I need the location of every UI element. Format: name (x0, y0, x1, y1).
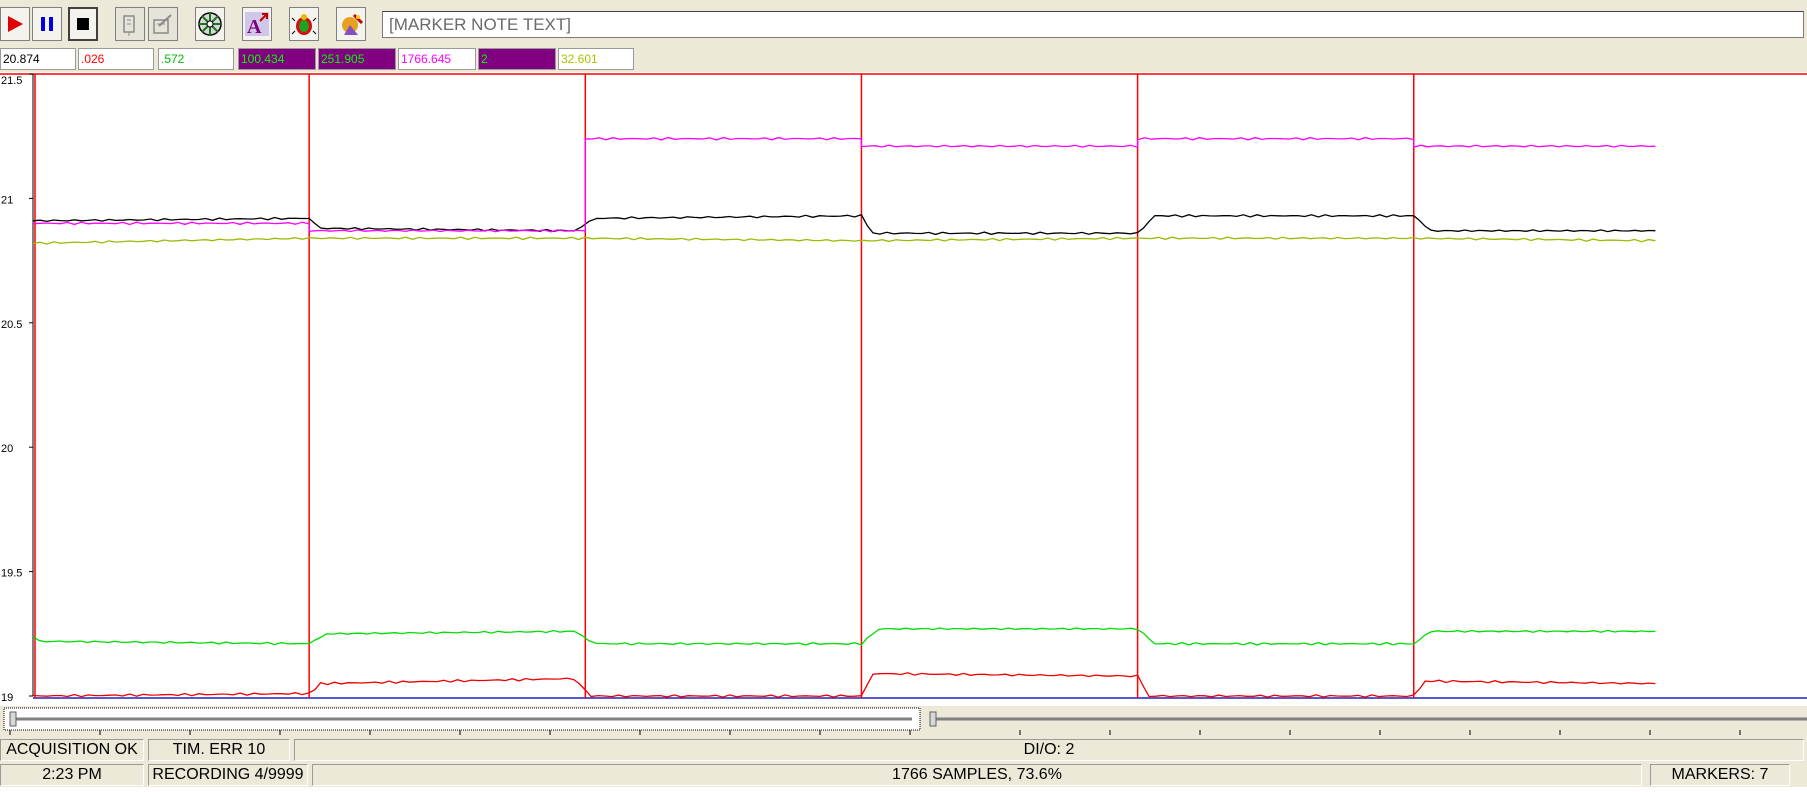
series-line (32, 236, 1656, 245)
markers-status: MARKERS: 7 (1650, 764, 1790, 786)
status-row-2: 2:23 PM RECORDING 4/9999 1766 SAMPLES, 7… (0, 762, 1807, 787)
marker-list-icon (153, 14, 172, 34)
y-tick-label: 19.5 (1, 568, 22, 580)
y-tick-label: 19 (1, 692, 13, 704)
readout-ch6: 1766.645 (398, 48, 476, 70)
play-icon (8, 16, 23, 32)
status-row-1: ACQUISITION OK TIM. ERR 10 DI/O: 2 (0, 737, 1807, 762)
disk-button[interactable] (195, 7, 225, 41)
pause-button[interactable] (32, 7, 62, 41)
dio-status: DI/O: 2 (294, 739, 1804, 761)
svg-text:A: A (247, 16, 262, 37)
y-tick-label: 20 (1, 443, 13, 455)
readout-ch4: 100.434 (238, 48, 316, 70)
stop-icon (77, 18, 89, 30)
toolbar: A [MARKER NOTE TEXT] (0, 0, 1807, 48)
recording-status: RECORDING 4/9999 (148, 764, 308, 786)
timing-error-status: TIM. ERR 10 (148, 739, 290, 761)
readout-ch2: .026 (78, 48, 154, 70)
readout-ch5: 251.905 (318, 48, 396, 70)
y-tick-label: 21 (1, 194, 13, 206)
y-tick-label: 21.5 (1, 75, 22, 87)
acquisition-status: ACQUISITION OK (0, 739, 144, 761)
time-slider-thumb[interactable] (929, 711, 937, 727)
marker-edit-icon (123, 15, 135, 36)
annotate-button[interactable]: A (242, 7, 272, 41)
marker-note-input[interactable]: [MARKER NOTE TEXT] (382, 11, 1804, 38)
series-line (32, 213, 1656, 236)
samples-status: 1766 SAMPLES, 73.6% (312, 764, 1642, 786)
readout-ch1: 20.874 (0, 48, 76, 70)
readout-ch3: .572 (158, 48, 234, 70)
readout-ch8: 32.601 (558, 48, 634, 70)
waveform-plot[interactable]: 21.5 21 20.5 20 19.5 19 (0, 72, 1807, 706)
time-scroll-strip (0, 706, 1807, 737)
marker-edit-button[interactable] (115, 7, 145, 41)
readout-ch7: 2 (478, 48, 556, 70)
pause-icon (41, 17, 53, 31)
bug-button[interactable] (289, 7, 319, 41)
series-line (32, 672, 1656, 698)
stop-button[interactable] (68, 7, 98, 41)
disk-icon (198, 12, 222, 36)
wizard-icon (342, 13, 364, 35)
clock-status: 2:23 PM (0, 764, 144, 786)
series-line (32, 627, 1656, 646)
play-button[interactable] (0, 7, 30, 41)
annotate-icon: A (245, 12, 269, 37)
scrollbar-thumb[interactable] (9, 711, 17, 727)
wizard-button[interactable] (336, 7, 366, 41)
channel-readouts: 20.874 .026 .572 100.434 251.905 1766.64… (0, 48, 1807, 72)
y-tick-label: 20.5 (1, 319, 22, 331)
horizontal-scrollbar[interactable] (3, 707, 921, 731)
bug-icon (291, 14, 317, 35)
marker-list-button[interactable] (148, 7, 178, 41)
